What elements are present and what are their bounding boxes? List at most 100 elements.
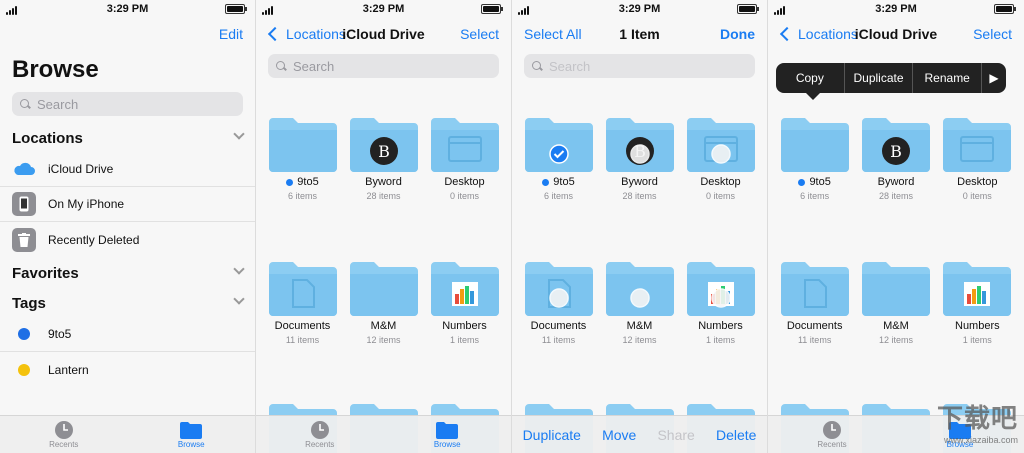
folder-name: Documents [531,320,587,332]
folder-grid-row: 9to5 6 items B Byword 28 items Desktop 0… [256,118,511,201]
browse-screen: 3:29 PM Edit Browse Search Locations iCl… [0,0,256,453]
folder-name: Byword [878,176,915,188]
tab-browse[interactable]: Browse [412,420,482,449]
tab-recents[interactable]: Recents [285,420,355,449]
watermark-text: 下载吧 [937,403,1018,433]
tab-browse[interactable]: Browse [156,420,226,449]
action-toolbar: Duplicate Move Share Delete [512,415,767,453]
folder-icon [943,262,1011,316]
select-all-button[interactable]: Select All [524,26,582,42]
folder-count: 11 items [779,335,851,345]
folder-item[interactable]: Documents 11 items [523,262,595,345]
folder-item[interactable]: Documents 11 items [267,262,339,345]
folder-icon [606,262,674,316]
edit-menu: Copy Duplicate Rename ▶ [776,63,1006,93]
clock-icon [822,420,842,440]
tag-dot-icon [286,179,293,186]
folder-name: 9to5 [553,176,574,188]
done-button[interactable]: Done [720,26,755,42]
location-item-icloud-drive[interactable]: iCloud Drive [0,152,255,187]
signal-icon [6,6,17,15]
duplicate-button[interactable]: Duplicate [523,427,581,443]
tags-section-header[interactable]: Tags [0,285,255,317]
tag-dot-icon [18,364,30,376]
back-button[interactable]: Locations [778,26,858,42]
folder-item[interactable]: Documents 11 items [779,262,851,345]
play-arrow-icon[interactable]: ▶ [982,63,1006,93]
folder-item[interactable]: Numbers 1 items [685,262,757,345]
folder-name: Numbers [955,320,1000,332]
location-item-on-my-iphone[interactable]: On My iPhone [0,187,255,222]
location-item-recently-deleted[interactable]: Recently Deleted [0,222,255,257]
nav-bar: Edit [0,18,255,48]
folder-count: 12 items [860,335,932,345]
folder-item[interactable]: Desktop 0 items [685,118,757,201]
battery-icon [481,4,501,14]
folder-name: M&M [883,320,909,332]
folder-icon [687,262,755,316]
status-time: 3:29 PM [875,3,917,15]
tab-recents[interactable]: Recents [29,420,99,449]
battery-icon [994,4,1014,14]
tag-dot-icon [798,179,805,186]
folder-name: Desktop [957,176,997,188]
copy-menu-item[interactable]: Copy [776,63,845,93]
tags-header: Tags [12,295,46,312]
folder-item[interactable]: M&M 12 items [348,262,420,345]
nav-bar: Locations iCloud Drive Select [768,18,1024,48]
favorites-section-header[interactable]: Favorites [0,257,255,285]
select-button[interactable]: Select [460,26,499,42]
folder-icon [269,262,337,316]
battery-icon [737,4,757,14]
folder-name: Desktop [700,176,740,188]
tab-label: Recents [49,440,78,449]
folder-item[interactable]: 9to5 6 items [267,118,339,201]
chevron-down-icon[interactable] [233,293,244,304]
folder-count: 0 items [685,191,757,201]
move-button[interactable]: Move [602,427,636,443]
select-button[interactable]: Select [973,26,1012,42]
folder-item-selected[interactable]: 9to5 6 items [523,118,595,201]
tab-recents[interactable]: Recents [797,420,867,449]
folder-item[interactable]: B Byword 28 items [604,118,676,201]
folder-grid-row: 9to5 6 items B Byword 28 items Desktop 0… [768,118,1024,201]
tag-item-lantern[interactable]: Lantern [0,352,255,387]
chevron-down-icon[interactable] [233,263,244,274]
search-input[interactable]: Search [268,54,499,78]
folder-item[interactable]: Numbers 1 items [941,262,1013,345]
folder-item[interactable]: 9to5 6 items [779,118,851,201]
folder-item[interactable]: Numbers 1 items [429,262,501,345]
folder-icon: B [862,118,930,172]
folder-icon [269,118,337,172]
tag-label: 9to5 [48,327,71,341]
search-input[interactable]: Search [12,92,243,116]
folder-icon [781,118,849,172]
trash-icon [12,228,36,252]
search-placeholder: Search [293,59,334,74]
folder-item[interactable]: Desktop 0 items [941,118,1013,201]
folder-name: 9to5 [297,176,318,188]
status-time: 3:29 PM [107,3,149,15]
svg-text:B: B [890,142,902,161]
folder-count: 6 items [523,191,595,201]
chevron-left-icon [268,27,282,41]
status-time: 3:29 PM [619,3,661,15]
duplicate-menu-item[interactable]: Duplicate [845,63,914,93]
folder-item[interactable]: M&M 12 items [604,262,676,345]
folder-tab-icon [180,420,202,440]
folder-item[interactable]: B Byword 28 items [860,118,932,201]
folder-grid-row: 9to5 6 items B Byword 28 items Desktop 0… [512,118,767,201]
delete-button[interactable]: Delete [716,427,756,443]
folder-item[interactable]: Desktop 0 items [429,118,501,201]
back-button[interactable]: Locations [266,26,346,42]
folder-item[interactable]: M&M 12 items [860,262,932,345]
search-input[interactable]: Search [524,54,755,78]
chevron-down-icon[interactable] [233,128,244,139]
location-label: On My iPhone [48,197,124,211]
status-time: 3:29 PM [363,3,405,15]
folder-item[interactable]: B Byword 28 items [348,118,420,201]
tag-item-9to5[interactable]: 9to5 [0,317,255,352]
rename-menu-item[interactable]: Rename [913,63,982,93]
edit-button[interactable]: Edit [219,26,243,42]
locations-section-header[interactable]: Locations [0,116,255,150]
